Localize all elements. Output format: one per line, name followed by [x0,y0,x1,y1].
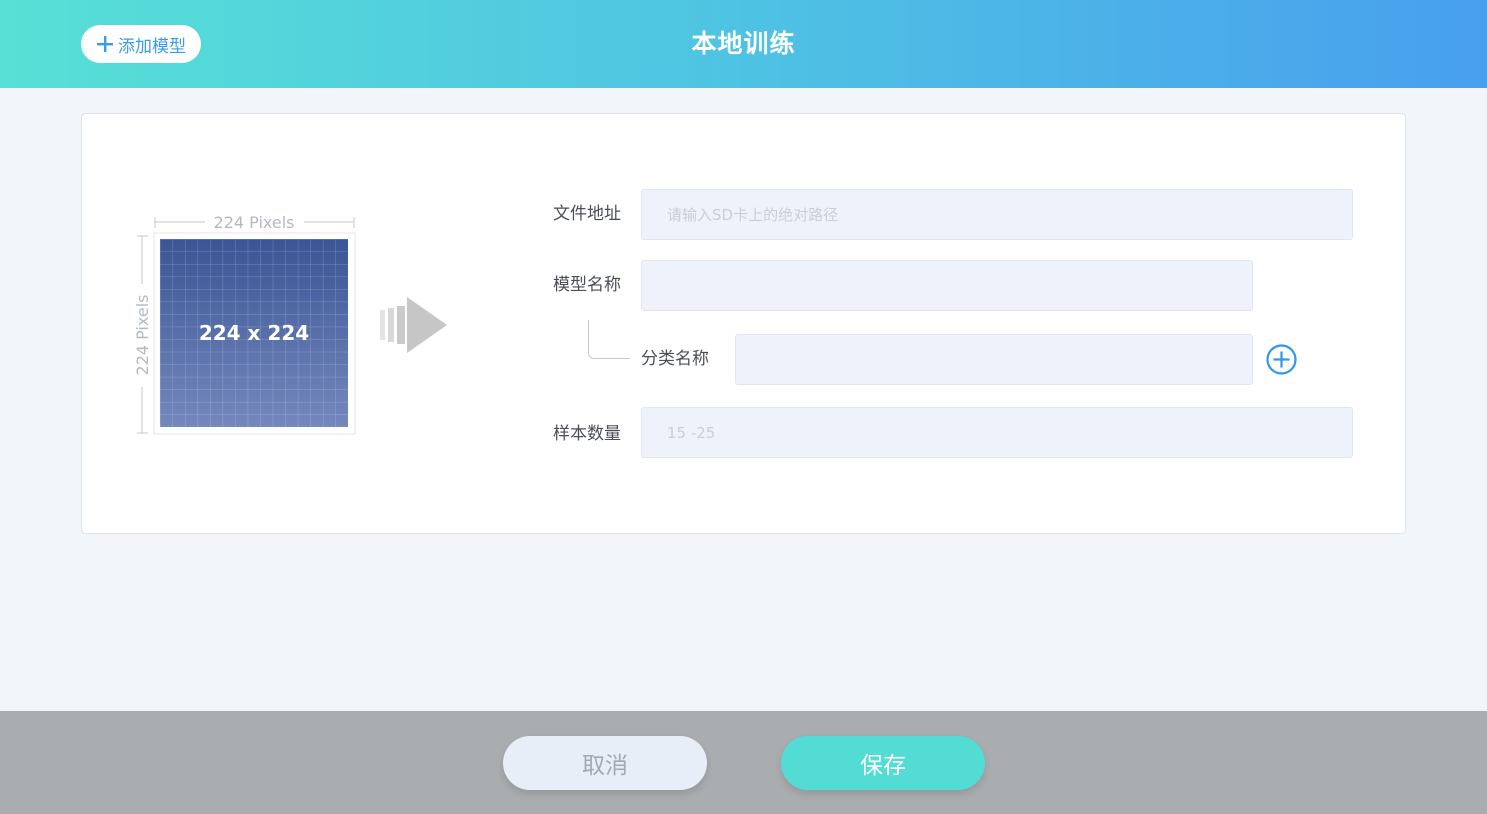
header-bar: 添加模型 本地训练 [0,0,1487,88]
arrow-right-icon [380,297,447,353]
plus-icon [97,36,113,52]
add-model-button[interactable]: 添加模型 [81,25,201,63]
sample-count-input[interactable] [641,407,1353,458]
file-path-input[interactable] [641,189,1353,240]
category-name-input[interactable] [735,334,1253,385]
image-size-illustration: 224 Pixels 224 Pixels 224 x 224 [133,213,447,435]
size-label: 224 x 224 [199,321,309,345]
footer-bar: 取消 保存 [0,711,1487,814]
page-title: 本地训练 [691,29,796,58]
add-category-button[interactable] [1266,344,1297,375]
height-label: 224 Pixels [133,295,152,376]
sample-count-label: 样本数量 [553,424,621,444]
category-name-label: 分类名称 [641,349,709,369]
model-name-label: 模型名称 [553,275,621,295]
save-button[interactable]: 保存 [781,736,985,790]
width-label: 224 Pixels [214,213,295,232]
cancel-button[interactable]: 取消 [503,736,707,790]
model-name-input[interactable] [641,260,1253,311]
training-form-panel: 224 Pixels 224 Pixels 224 x 224 文件地址 模型名… [81,113,1406,534]
add-model-label: 添加模型 [118,36,186,57]
file-path-label: 文件地址 [553,204,621,224]
category-connector-line [588,320,630,359]
